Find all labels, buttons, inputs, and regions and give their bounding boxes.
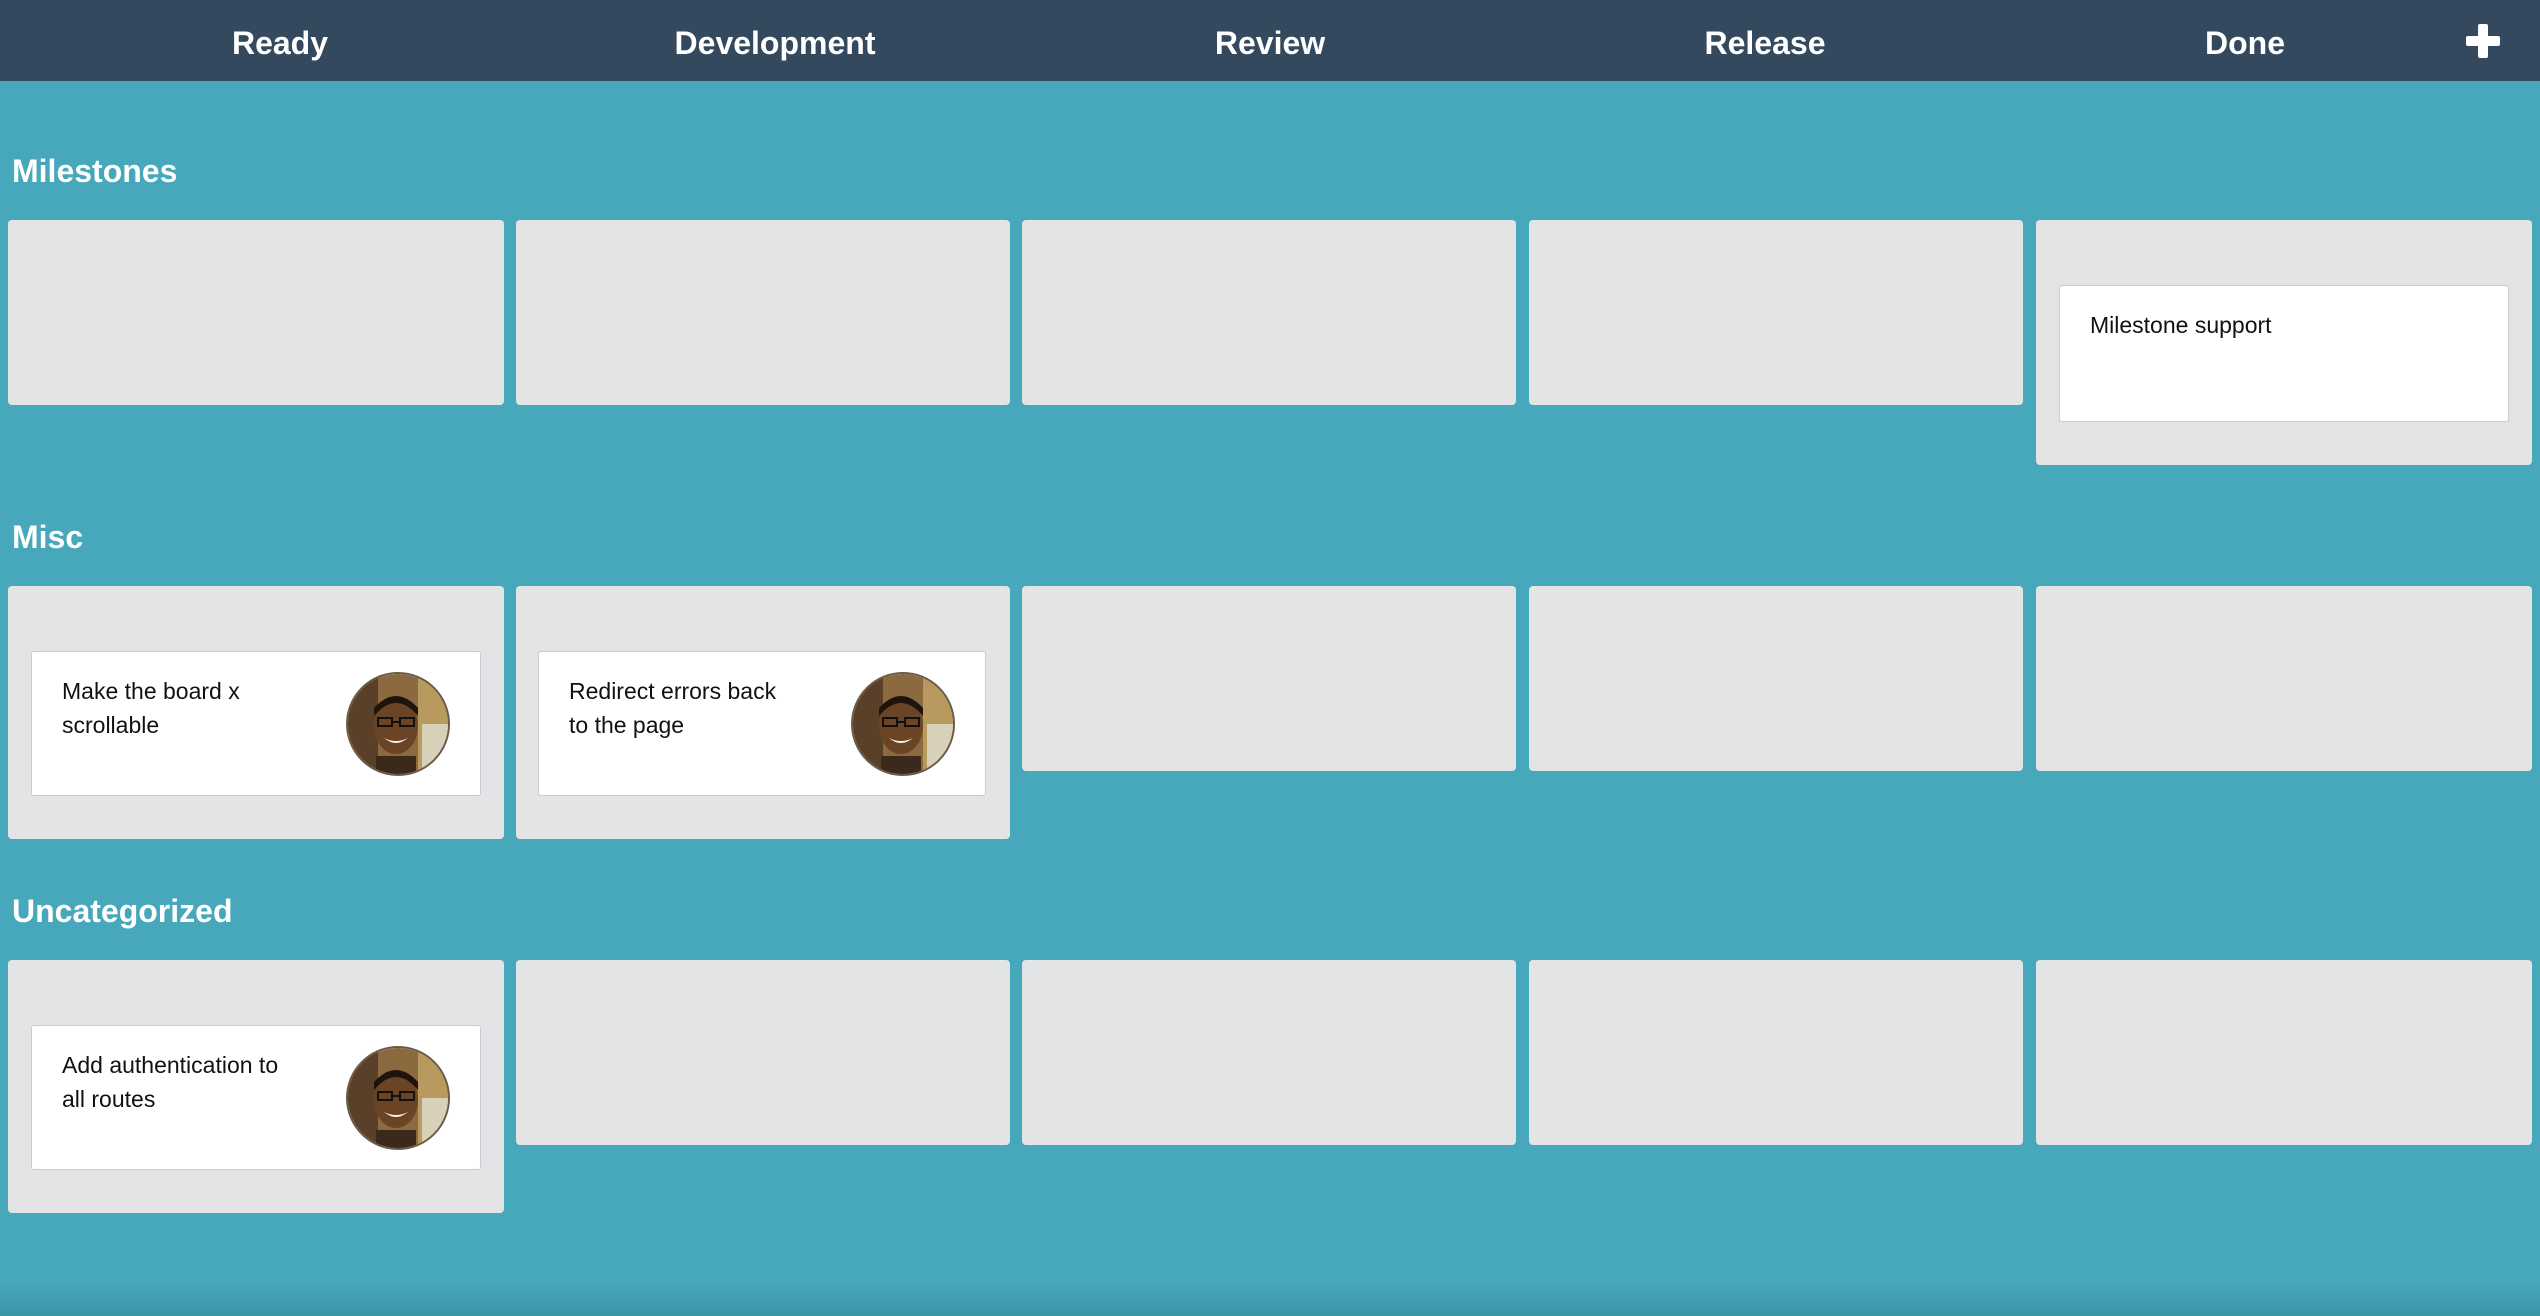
avatar-photo-icon (853, 674, 953, 774)
add-column-button[interactable] (2458, 16, 2508, 66)
column-header-development: Development (674, 25, 876, 61)
lane-cell-uncategorized-release[interactable] (1529, 960, 2023, 1145)
card-redirect-errors[interactable]: Redirect errors back to the page (538, 651, 986, 796)
lane-cell-misc-review[interactable] (1022, 586, 1516, 771)
card-milestone-support[interactable]: Milestone support (2059, 285, 2509, 422)
lane-title-milestones: Milestones (12, 153, 178, 189)
lane-cell-milestones-development[interactable] (516, 220, 1010, 405)
lane-cell-uncategorized-ready[interactable]: Add authentication to all routes (8, 960, 504, 1213)
column-header-bar: Ready Development Review Release Done (0, 0, 2540, 81)
column-header-done: Done (2205, 25, 2285, 61)
lane-cell-misc-release[interactable] (1529, 586, 2023, 771)
lane-title-uncategorized: Uncategorized (12, 893, 233, 929)
card-title: Add authentication to all routes (62, 1052, 279, 1112)
avatar-photo-icon (348, 674, 448, 774)
bottom-shadow (0, 1280, 2540, 1316)
card-title: Milestone support (2090, 312, 2272, 338)
lane-cell-uncategorized-review[interactable] (1022, 960, 1516, 1145)
lane-cell-misc-ready[interactable]: Make the board x scrollable (8, 586, 504, 839)
lane-cell-misc-development[interactable]: Redirect errors back to the page (516, 586, 1010, 839)
lane-cell-milestones-ready[interactable] (8, 220, 504, 405)
column-header-review: Review (1214, 25, 1326, 61)
assignee-avatar[interactable] (851, 672, 955, 776)
lane-cell-milestones-review[interactable] (1022, 220, 1516, 405)
card-title: Make the board x scrollable (62, 678, 240, 738)
card-add-authentication[interactable]: Add authentication to all routes (31, 1025, 481, 1170)
lane-cell-uncategorized-done[interactable] (2036, 960, 2532, 1145)
assignee-avatar[interactable] (346, 672, 450, 776)
lane-title-misc: Misc (12, 519, 84, 555)
card-title: Redirect errors back to the page (569, 678, 777, 738)
assignee-avatar[interactable] (346, 1046, 450, 1150)
column-header-ready: Ready (231, 25, 329, 61)
lane-cell-uncategorized-development[interactable] (516, 960, 1010, 1145)
avatar-photo-icon (348, 1048, 448, 1148)
card-make-board-scrollable[interactable]: Make the board x scrollable (31, 651, 481, 796)
column-header-release: Release (1704, 25, 1826, 61)
lane-cell-milestones-release[interactable] (1529, 220, 2023, 405)
lane-cell-milestones-done[interactable]: Milestone support (2036, 220, 2532, 465)
lane-cell-misc-done[interactable] (2036, 586, 2532, 771)
